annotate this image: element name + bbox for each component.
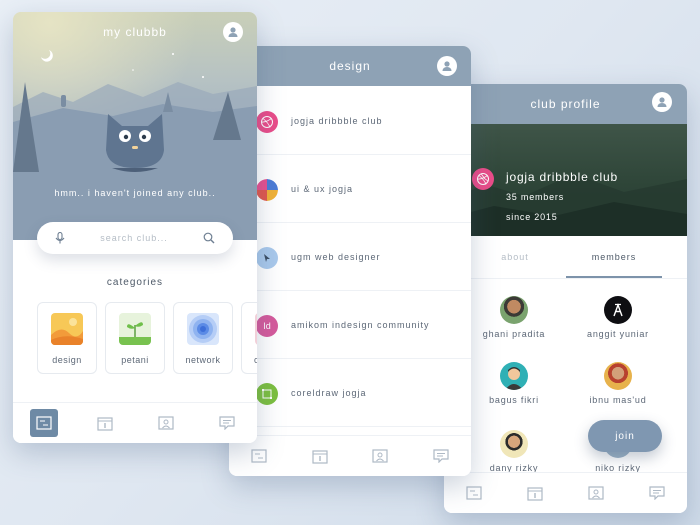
nav-messages[interactable] [213,409,241,437]
profile-title: club profile [530,97,601,111]
nav-messages[interactable] [643,479,671,507]
since-year: since 2015 [506,212,558,222]
bottom-nav [13,402,257,443]
join-button[interactable]: join [588,420,662,452]
landscape-icon [51,313,83,345]
club-name: jogja dribbble club [291,116,383,126]
nav-profile[interactable] [582,479,610,507]
club-name: coreldraw jogja [291,388,367,398]
bottom-nav [229,435,471,476]
dribbble-icon [256,111,278,133]
tab-members[interactable]: members [566,252,662,262]
bottom-nav [444,472,687,513]
search-bar[interactable]: search club... [37,222,233,254]
signal-icon [187,313,219,345]
club-name: amikom indesign community [291,320,430,330]
club-name: ugm web designer [291,252,381,262]
cursor-icon [256,247,278,269]
category-label: design [52,355,82,365]
calendar-icon [527,486,543,501]
avatar-photo-icon [604,362,632,390]
member-anggit-yuniar[interactable]: anggit yuniar [568,296,668,339]
nav-calendar[interactable] [306,442,334,470]
owl-mascot-icon [106,114,164,172]
calendar-icon [96,416,113,431]
avatar-cartoon-icon [500,362,528,390]
club-name: jogja dribbble club [506,170,618,184]
category-network[interactable]: network [173,302,233,374]
member-name: bagus fikri [489,395,539,405]
user-avatar-button[interactable] [223,22,243,42]
category-petani[interactable]: petani [105,302,165,374]
dribbble-icon [472,168,494,190]
indesign-icon: Id [256,315,278,337]
club-profile-screen: club profile jogja dribbble club 35 memb… [444,84,687,513]
search-icon[interactable] [203,232,215,244]
members-count: 35 members [506,192,565,202]
dashboard-icon [251,449,267,463]
nav-profile[interactable] [152,409,180,437]
nav-calendar[interactable] [91,409,119,437]
nav-home[interactable] [245,442,273,470]
plant-icon [119,313,151,345]
category-design[interactable]: design [37,302,97,374]
home-title: my clubbb [103,25,167,39]
calendar-icon [312,449,328,464]
user-icon [657,97,667,107]
category-label: network [185,355,221,365]
dashboard-icon [35,416,52,430]
empty-state-text: hmm.. i haven't joined any club.. [54,188,216,198]
member-dany-rizky[interactable]: dany rizky [464,430,564,473]
chat-icon [433,449,449,463]
dashboard-icon [466,486,482,500]
user-avatar-button[interactable] [652,92,672,112]
category-label: c [254,355,257,365]
club-item-ugm-web-designer[interactable]: ugm web designer [229,222,471,291]
avatar-photo-icon [500,430,528,458]
avatar-logo-icon [604,296,632,324]
chat-icon [218,416,235,430]
search-input[interactable]: search club... [65,233,203,243]
ui-ux-icon [256,179,278,201]
design-title: design [329,59,371,73]
user-icon [228,27,238,37]
nav-profile[interactable] [366,442,394,470]
member-name: anggit yuniar [587,329,649,339]
member-name: ibnu mas'ud [589,395,647,405]
club-item-jogja-dribbble[interactable]: jogja dribbble club [229,86,471,155]
nav-home[interactable] [29,409,58,437]
chat-icon [649,486,665,500]
member-ghani-pradita[interactable]: ghani pradita [464,296,564,339]
avatar-photo-icon [500,296,528,324]
coreldraw-icon [256,383,278,405]
profile-card-icon [157,416,174,430]
partial-icon [255,313,257,345]
nav-home[interactable] [460,479,488,507]
my-club-screen: my clubbb hmm.. i haven't joined any clu… [13,12,257,443]
club-item-coreldraw-jogja[interactable]: coreldraw jogja [229,358,471,427]
club-name: ui & ux jogja [291,184,354,194]
tab-divider [444,278,687,279]
club-item-amikom-indesign[interactable]: Id amikom indesign community [229,290,471,359]
design-category-screen: design jogja dribbble club ui & ux jogja… [229,46,471,476]
tab-about[interactable]: about [472,252,558,262]
categories-title: categories [106,277,164,288]
nav-messages[interactable] [427,442,455,470]
category-label: petani [121,355,149,365]
profile-card-icon [372,449,388,463]
nav-calendar[interactable] [521,479,549,507]
club-item-ui-ux-jogja[interactable]: ui & ux jogja [229,154,471,223]
microphone-icon[interactable] [55,232,65,244]
member-ibnu-masud[interactable]: ibnu mas'ud [568,362,668,405]
member-bagus-fikri[interactable]: bagus fikri [464,362,564,405]
profile-card-icon [588,486,604,500]
user-icon [442,61,452,71]
category-partial[interactable]: c [241,302,257,374]
member-name: ghani pradita [482,329,546,339]
user-avatar-button[interactable] [437,56,457,76]
